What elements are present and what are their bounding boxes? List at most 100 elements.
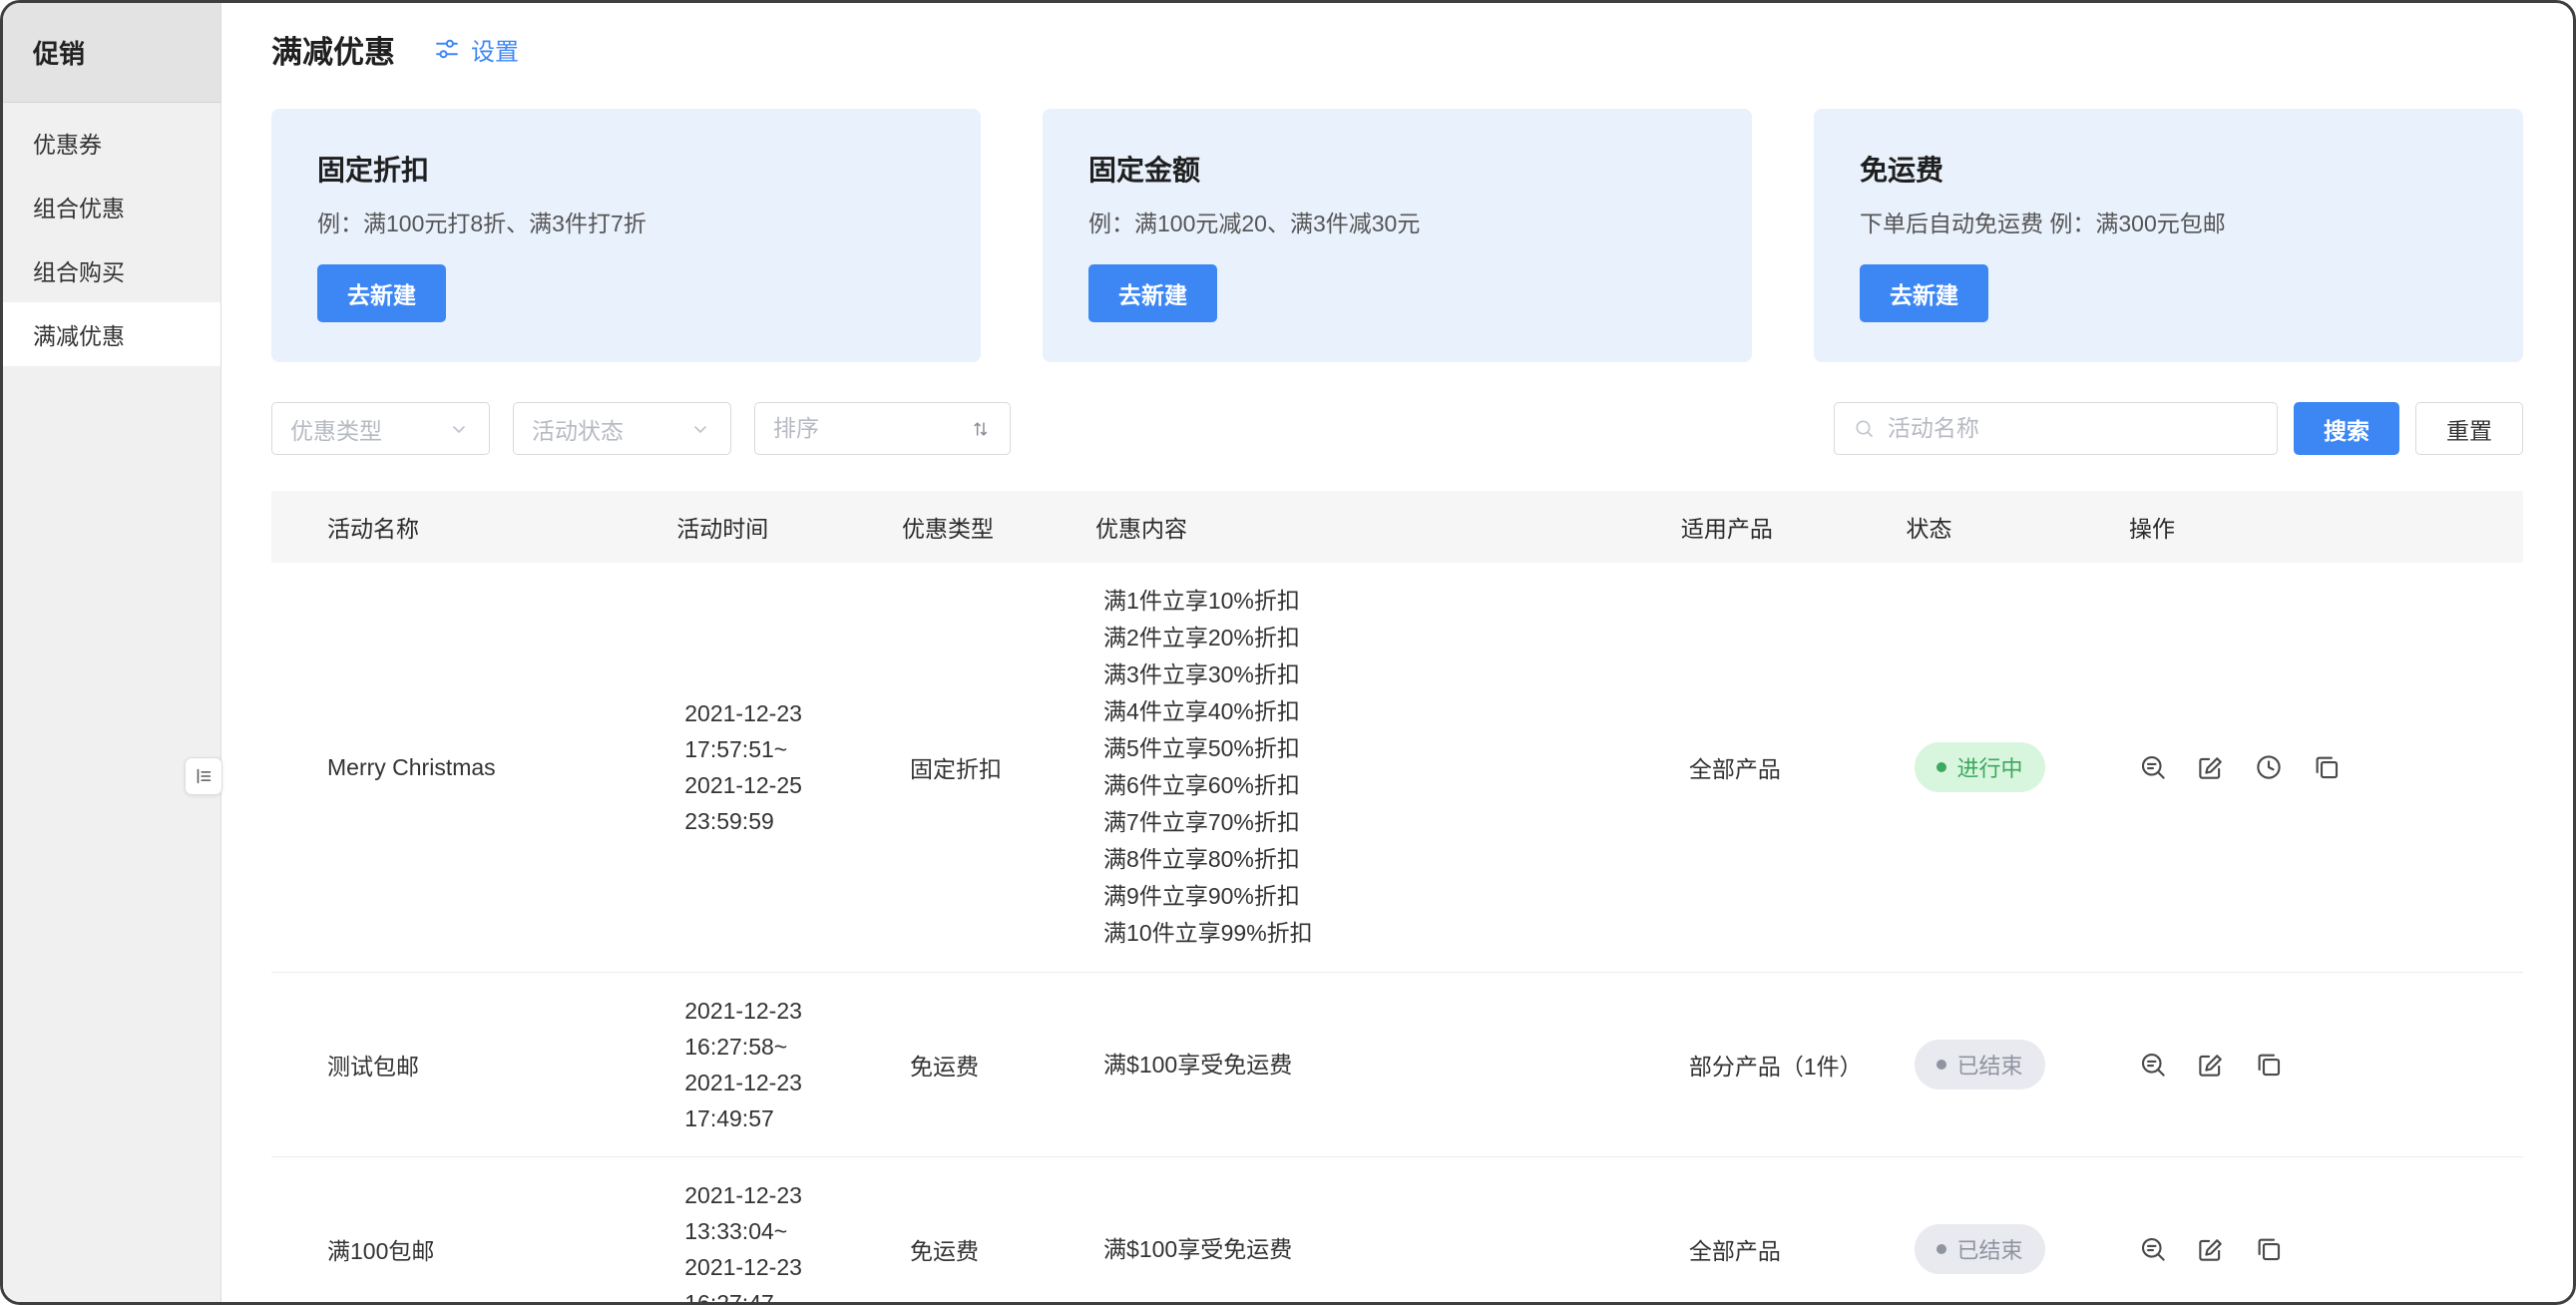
card-fixed-amount: 固定金额 例：满100元减20、满3件减30元 去新建 [1043, 109, 1752, 362]
col-header-content: 优惠内容 [1095, 491, 1681, 563]
status-label: 已结束 [1957, 1233, 2023, 1265]
content-line: 满4件立享40%折扣 [1103, 693, 1673, 730]
content-line: 满2件立享20%折扣 [1103, 620, 1673, 656]
col-header-products: 适用产品 [1681, 491, 1907, 563]
sidebar-item-combo-discount[interactable]: 组合优惠 [3, 175, 220, 238]
edit-icon [2196, 1050, 2226, 1080]
content-line: 满3件立享30%折扣 [1103, 656, 1673, 693]
actions-cell [2129, 973, 2523, 1157]
time-end: 2021-12-25 23:59:59 [684, 767, 894, 839]
create-free-shipping-button[interactable]: 去新建 [1860, 264, 1988, 322]
discount-content: 满1件立享10%折扣 满2件立享20%折扣 满3件立享30%折扣 满4件立享40… [1095, 563, 1681, 973]
copy-icon [2312, 752, 2342, 782]
discount-content: 满$100享受免运费 [1095, 1157, 1681, 1303]
discount-type-select[interactable]: 优惠类型 [271, 402, 490, 455]
discount-type: 免运费 [902, 1157, 1095, 1303]
copy-action-button[interactable] [2253, 1233, 2285, 1265]
copy-action-button[interactable] [2253, 1049, 2285, 1081]
edit-action-button[interactable] [2195, 751, 2227, 783]
activity-name: 满100包邮 [271, 1157, 676, 1303]
main-content: 满减优惠 设置 固定折扣 例：满100元打8折、满3件打7折 去新建 固定金额 … [221, 3, 2573, 1302]
status-cell: 已结束 [1907, 1157, 2129, 1303]
status-dot-icon [1936, 762, 1946, 772]
sliders-icon [433, 35, 461, 63]
activity-name: Merry Christmas [271, 563, 676, 973]
status-label: 已结束 [1957, 1049, 2023, 1081]
applicable-products: 全部产品 [1681, 563, 1907, 973]
create-fixed-discount-button[interactable]: 去新建 [317, 264, 446, 322]
sidebar-item-combo-purchase[interactable]: 组合购买 [3, 238, 220, 302]
edit-icon [2196, 1234, 2226, 1264]
actions-cell [2129, 563, 2523, 973]
clock-icon [2254, 752, 2284, 782]
col-header-actions: 操作 [2129, 491, 2523, 563]
page-title: 满减优惠 [271, 27, 395, 72]
discount-content: 满$100享受免运费 [1095, 973, 1681, 1157]
content-line: 满7件立享70%折扣 [1103, 804, 1673, 841]
card-title: 固定折扣 [317, 149, 935, 189]
edit-action-button[interactable] [2195, 1049, 2227, 1081]
content-line: 满6件立享60%折扣 [1103, 767, 1673, 804]
sidebar-collapse-button[interactable] [185, 757, 222, 795]
status-dot-icon [1936, 1244, 1946, 1254]
activity-name-search-input[interactable] [1888, 415, 2259, 442]
time-start: 2021-12-23 16:27:58~ [684, 993, 894, 1065]
status-badge: 已结束 [1915, 1040, 2045, 1089]
settings-label: 设置 [471, 32, 519, 67]
content-line: 满5件立享50%折扣 [1103, 730, 1673, 767]
file-search-icon [2138, 1050, 2168, 1080]
filter-bar: 优惠类型 活动状态 搜索 重置 [271, 402, 2523, 455]
col-header-status: 状态 [1907, 491, 2129, 563]
status-cell: 进行中 [1907, 563, 2129, 973]
settings-link[interactable]: 设置 [433, 32, 519, 67]
edit-action-button[interactable] [2195, 1233, 2227, 1265]
sidebar-item-coupon[interactable]: 优惠券 [3, 111, 220, 175]
time-start: 2021-12-23 17:57:51~ [684, 695, 894, 767]
file-search-icon [2138, 752, 2168, 782]
copy-icon [2254, 1234, 2284, 1264]
chevron-down-icon [688, 417, 712, 441]
page-header: 满减优惠 设置 [271, 3, 2523, 95]
activity-time: 2021-12-23 16:27:58~ 2021-12-23 17:49:57 [676, 973, 902, 1157]
promo-cards: 固定折扣 例：满100元打8折、满3件打7折 去新建 固定金额 例：满100元减… [271, 109, 2523, 362]
preview-action-button[interactable] [2137, 751, 2169, 783]
reset-button[interactable]: 重置 [2415, 402, 2523, 455]
sidebar-item-label: 组合购买 [33, 253, 125, 287]
preview-action-button[interactable] [2137, 1233, 2169, 1265]
search-button[interactable]: 搜索 [2294, 402, 2399, 455]
content-line: 满9件立享90%折扣 [1103, 878, 1673, 915]
applicable-products: 部分产品（1件） [1681, 973, 1907, 1157]
preview-action-button[interactable] [2137, 1049, 2169, 1081]
col-header-type: 优惠类型 [902, 491, 1095, 563]
content-line: 满1件立享10%折扣 [1103, 583, 1673, 620]
activity-status-select[interactable]: 活动状态 [513, 402, 731, 455]
time-start: 2021-12-23 13:33:04~ [684, 1177, 894, 1249]
actions-cell [2129, 1157, 2523, 1303]
table-header-row: 活动名称 活动时间 优惠类型 优惠内容 适用产品 状态 操作 [271, 491, 2523, 563]
create-fixed-amount-button[interactable]: 去新建 [1088, 264, 1217, 322]
table-row: Merry Christmas 2021-12-23 17:57:51~ 202… [271, 563, 2523, 973]
search-field [1834, 402, 2278, 455]
status-badge: 已结束 [1915, 1224, 2045, 1274]
applicable-products: 全部产品 [1681, 1157, 1907, 1303]
sidebar: 促销 优惠券 组合优惠 组合购买 满减优惠 [3, 3, 221, 1302]
sidebar-menu: 优惠券 组合优惠 组合购买 满减优惠 [3, 103, 220, 366]
status-dot-icon [1936, 1060, 1946, 1070]
status-badge: 进行中 [1915, 742, 2045, 792]
col-header-time: 活动时间 [676, 491, 902, 563]
sidebar-title: 促销 [3, 3, 220, 103]
collapse-menu-icon [193, 765, 215, 787]
file-search-icon [2138, 1234, 2168, 1264]
content-line: 满8件立享80%折扣 [1103, 841, 1673, 878]
sidebar-item-full-reduction[interactable]: 满减优惠 [3, 302, 220, 366]
content-line: 满10件立享99%折扣 [1103, 915, 1673, 952]
sort-input[interactable] [773, 415, 970, 442]
copy-action-button[interactable] [2311, 751, 2343, 783]
card-desc: 例：满100元打8折、满3件打7折 [317, 205, 935, 238]
sidebar-item-label: 满减优惠 [33, 317, 125, 351]
sort-field [754, 402, 1011, 455]
time-end: 2021-12-23 17:49:57 [684, 1065, 894, 1136]
end-early-action-button[interactable] [2253, 751, 2285, 783]
table-row: 测试包邮 2021-12-23 16:27:58~ 2021-12-23 17:… [271, 973, 2523, 1157]
discount-type: 固定折扣 [902, 563, 1095, 973]
